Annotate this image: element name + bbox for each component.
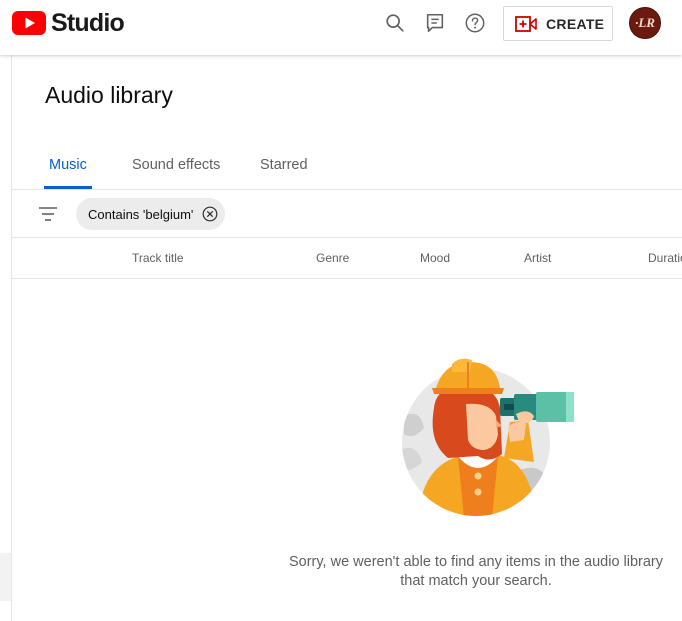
tab-music[interactable]: Music bbox=[49, 157, 87, 173]
feedback-icon[interactable] bbox=[423, 11, 447, 35]
tab-starred[interactable]: Starred bbox=[260, 157, 308, 173]
column-header-genre[interactable]: Genre bbox=[316, 251, 349, 265]
youtube-play-icon bbox=[12, 11, 46, 35]
column-header-artist[interactable]: Artist bbox=[524, 251, 551, 265]
left-rail bbox=[0, 55, 12, 621]
avatar-initials: ·LR bbox=[635, 15, 655, 30]
create-button[interactable]: CREATE bbox=[503, 6, 613, 41]
active-tab-indicator bbox=[44, 186, 92, 189]
column-header-track-title[interactable]: Track title bbox=[132, 251, 184, 265]
tab-bar: Music Sound effects Starred bbox=[12, 145, 682, 190]
searcher-with-binoculars-illustration bbox=[402, 358, 574, 516]
studio-logo[interactable]: Studio bbox=[12, 8, 125, 37]
top-header: Studio CREATE ·LR bbox=[0, 0, 682, 55]
filter-icon[interactable] bbox=[38, 204, 58, 224]
page-title: Audio library bbox=[45, 82, 173, 108]
create-video-icon bbox=[515, 15, 537, 32]
column-header-duration[interactable]: Duration bbox=[648, 251, 682, 265]
rail-indicator bbox=[0, 553, 11, 601]
avatar[interactable]: ·LR bbox=[629, 7, 661, 39]
help-icon[interactable] bbox=[463, 11, 487, 35]
close-circle-icon[interactable] bbox=[202, 206, 218, 222]
filter-chip[interactable]: Contains 'belgium' bbox=[76, 198, 225, 230]
table-header: Track title Genre Mood Artist Duration bbox=[12, 238, 682, 279]
create-button-label: CREATE bbox=[546, 15, 605, 32]
empty-state-message: Sorry, we weren't able to find any items… bbox=[288, 554, 664, 589]
search-icon[interactable] bbox=[383, 11, 407, 35]
filter-chip-label: Contains 'belgium' bbox=[88, 206, 194, 222]
column-header-mood[interactable]: Mood bbox=[420, 251, 450, 265]
studio-logo-text: Studio bbox=[51, 8, 125, 37]
tab-sound-effects[interactable]: Sound effects bbox=[132, 157, 220, 173]
filter-bar: Contains 'belgium' bbox=[12, 190, 682, 238]
